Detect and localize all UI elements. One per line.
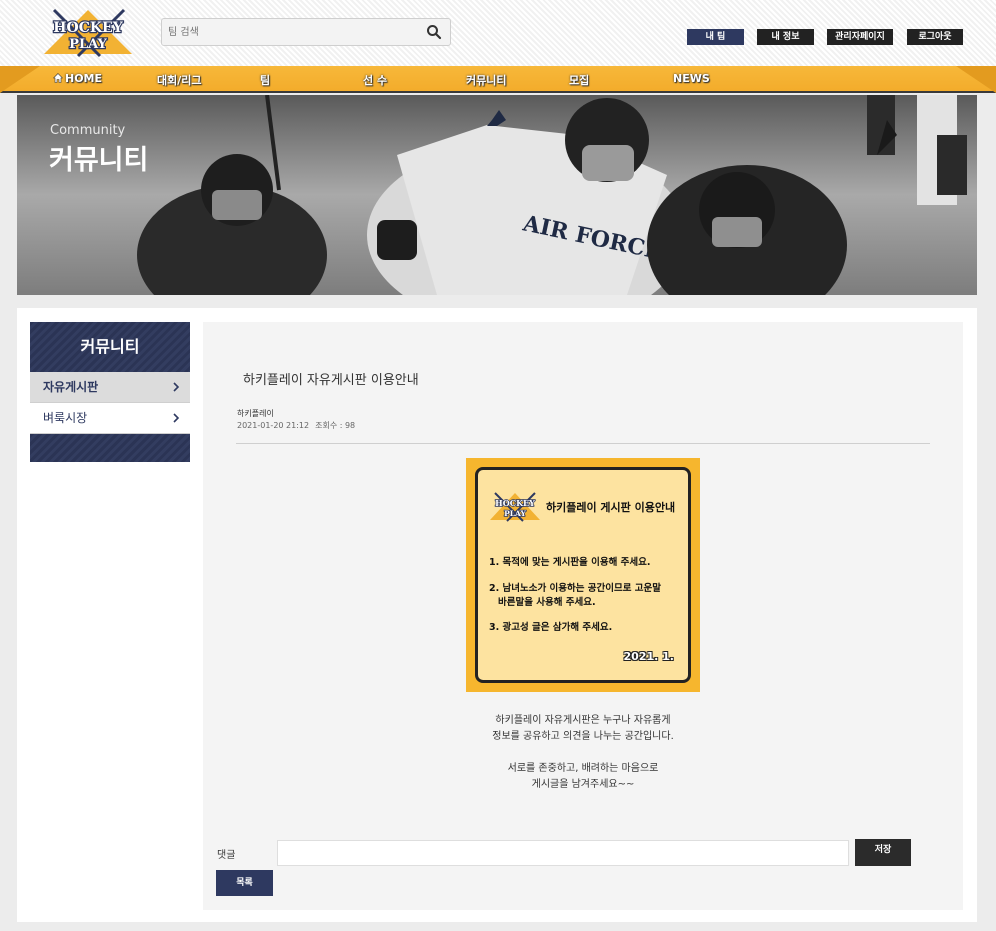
chevron-right-icon <box>173 413 180 423</box>
post-meta: 2021-01-20 21:12 조회수 : 98 <box>237 420 361 431</box>
nav-item-players[interactable]: 선 수 <box>363 72 387 88</box>
notice-rule-1: 1. 목적에 맞는 게시판을 이용해 주세요. <box>489 557 651 568</box>
logo-top-text: HOCKEY <box>53 20 123 36</box>
chevron-right-icon <box>173 382 180 392</box>
post-title: 하키플레이 자유게시판 이용안내 <box>243 373 419 388</box>
post-body-line: 정보를 공유하고 의견을 나누는 공간입니다. <box>492 731 674 742</box>
post-body-line: 서로를 존중하고, 배려하는 마음으로 <box>507 763 659 774</box>
notice-card: HOCKEY PLAY 하키플레이 게시판 이용안내 1. 목적에 맞는 게시판… <box>475 467 691 683</box>
comment-label: 댓글 <box>217 850 236 861</box>
notice-hockey-play-logo: HOCKEY PLAY <box>490 492 540 522</box>
sidebar-title: 커뮤니티 <box>30 322 190 372</box>
main-nav: HOME 대회/리그 팀 선 수 커뮤니티 모집 NEWS <box>0 66 996 93</box>
nav-item-team[interactable]: 팀 <box>260 72 270 88</box>
comment-input[interactable] <box>277 840 849 866</box>
post-author: 하키플레이 <box>237 409 274 418</box>
hockey-players-image: AIR FORCE <box>17 95 977 295</box>
svg-text:HOCKEY: HOCKEY <box>495 498 535 508</box>
banner-title: 커뮤니티 <box>49 145 149 176</box>
nav-item-recruit[interactable]: 모집 <box>569 72 589 88</box>
nav-item-league[interactable]: 대회/리그 <box>157 72 202 88</box>
header: HOCKEY PLAY 내 팀 내 정보 관리자페이지 로그아웃 <box>0 0 996 66</box>
home-icon <box>53 73 63 83</box>
nav-right-decoration <box>956 66 996 93</box>
notice-date: 2021. 1. <box>623 650 674 663</box>
list-button[interactable]: 목록 <box>216 870 273 896</box>
nav-item-label: HOME <box>65 72 103 85</box>
hockey-play-logo[interactable]: HOCKEY PLAY <box>40 4 136 60</box>
community-banner: AIR FORCE Community 커뮤니티 <box>17 95 977 295</box>
post-body-line: 하키플레이 자유게시판은 누구나 자유롭게 <box>495 715 671 726</box>
banner-subtitle: Community <box>50 123 126 138</box>
post-panel: 하키플레이 자유게시판 이용안내 하키플레이 2021-01-20 21:12 조… <box>203 322 963 910</box>
notice-rule-2a: 2. 남녀노소가 이용하는 공간이므로 고운말 <box>489 583 662 594</box>
sidebar-item-free-board[interactable]: 자유게시판 <box>30 372 190 403</box>
logo-bottom-text: PLAY <box>69 37 107 52</box>
my-team-button[interactable]: 내 팀 <box>687 29 744 45</box>
sidebar-footer <box>30 434 190 462</box>
sidebar-item-label: 벼룩시장 <box>43 411 88 425</box>
team-search-box <box>161 18 451 46</box>
admin-page-button[interactable]: 관리자페이지 <box>827 29 893 45</box>
post-divider <box>236 443 930 444</box>
my-info-button[interactable]: 내 정보 <box>757 29 814 45</box>
sidebar: 커뮤니티 자유게시판 벼룩시장 <box>30 322 190 462</box>
notice-heading: 하키플레이 게시판 이용안내 <box>546 501 676 514</box>
nav-item-news[interactable]: NEWS <box>673 72 710 85</box>
svg-text:PLAY: PLAY <box>504 509 526 518</box>
sidebar-item-flea-market[interactable]: 벼룩시장 <box>30 403 190 434</box>
notice-rule-2b: 바른말을 사용해 주세요. <box>498 597 596 608</box>
nav-item-community[interactable]: 커뮤니티 <box>466 72 506 88</box>
sidebar-item-label: 자유게시판 <box>43 380 99 394</box>
post-body-line: 게시글을 남겨주세요~~ <box>531 779 635 790</box>
nav-item-home[interactable]: HOME <box>53 72 102 85</box>
logout-button[interactable]: 로그아웃 <box>907 29 963 45</box>
save-comment-button[interactable]: 저장 <box>855 839 911 866</box>
notice-rule-3: 3. 광고성 글은 삼가해 주세요. <box>489 622 613 633</box>
notice-image: HOCKEY PLAY 하키플레이 게시판 이용안내 1. 목적에 맞는 게시판… <box>466 458 700 692</box>
team-search-input[interactable] <box>168 23 408 41</box>
search-icon[interactable] <box>426 24 442 40</box>
post-views: 조회수 : 98 <box>315 421 356 430</box>
post-datetime: 2021-01-20 21:12 <box>237 421 310 430</box>
nav-left-decoration <box>0 66 40 93</box>
